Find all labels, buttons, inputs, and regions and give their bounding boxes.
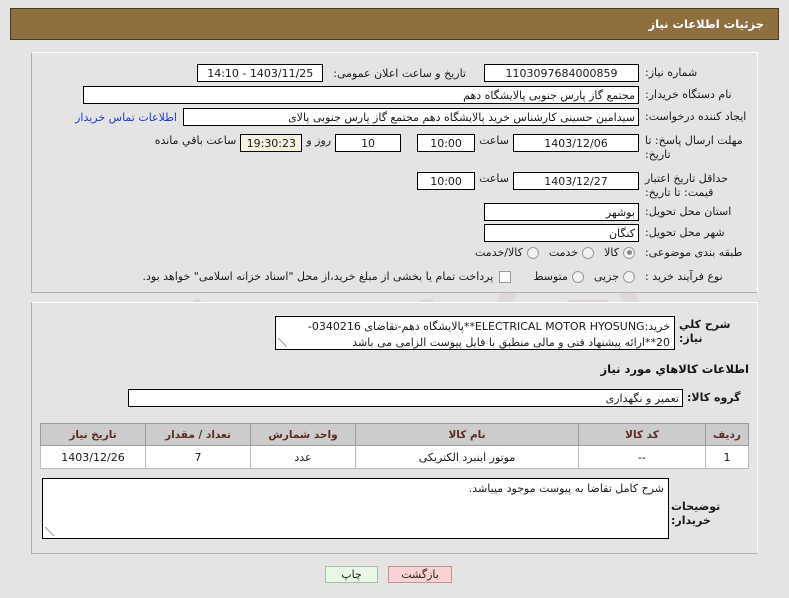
remaining-days-label: روز و bbox=[306, 134, 332, 147]
buyer-notes-value[interactable]: شرح کامل تقاضا به پیوست موجود میباشد. bbox=[42, 478, 669, 539]
reply-deadline-time-label: ساعت bbox=[479, 134, 509, 147]
radio-subject-kala-label: کالا bbox=[604, 246, 619, 260]
need-number-value: 1103097684000859 bbox=[484, 64, 639, 82]
cell-unit: عدد bbox=[250, 445, 356, 469]
checkbox-islamic-treasury[interactable] bbox=[499, 270, 512, 283]
buyer-org-value: مجتمع گاز پارس جنوبی پالایشگاه دهم bbox=[83, 86, 639, 104]
price-validity-date: 1403/12/27 bbox=[513, 172, 639, 190]
row-buyer-notes: توضیحات خریدار: شرح کامل تقاضا به پیوست … bbox=[42, 478, 749, 539]
description-label: شرح كلي نياز: bbox=[679, 318, 731, 345]
row-buyer-org: نام دستگاه خریدار: مجتمع گاز پارس جنوبی … bbox=[83, 86, 749, 104]
process-type-label: نوع فرآیند خرید : bbox=[645, 270, 723, 283]
public-announce-label: تاریخ و ساعت اعلان عمومی: bbox=[333, 66, 466, 80]
reply-deadline-date: 1403/12/06 bbox=[513, 134, 639, 152]
cell-quantity: 7 bbox=[145, 445, 251, 469]
goods-group-value: تعمیر و نگهداری bbox=[128, 389, 683, 407]
cell-radif: 1 bbox=[705, 445, 749, 469]
row-city: شهر محل تحویل: کنگان bbox=[484, 224, 749, 242]
page-header: جزئیات اطلاعات نیاز bbox=[10, 8, 779, 40]
goods-section-heading: اطلاعات كالاهاي مورد نياز bbox=[600, 362, 749, 376]
remaining-countdown: 19:30:23 bbox=[240, 134, 303, 152]
row-process-type: نوع فرآیند خرید : جزیی متوسط پرداخت تمام… bbox=[133, 270, 749, 284]
col-name: نام کالا bbox=[355, 423, 579, 446]
row-description: شرح كلي نياز: خرید:ELECTRICAL MOTOR HYOS… bbox=[275, 316, 749, 350]
cell-name: موتور اینبرد الکتریکی bbox=[355, 445, 579, 469]
radio-process-motavaset[interactable] bbox=[571, 270, 584, 283]
checkbox-islamic-treasury-label: پرداخت تمام یا بخشی از مبلغ خرید،از محل … bbox=[142, 270, 494, 284]
city-value: کنگان bbox=[484, 224, 639, 242]
col-need-date: تاریخ نیاز bbox=[40, 423, 146, 446]
remaining-days: 10 bbox=[335, 134, 402, 152]
col-quantity: تعداد / مقدار bbox=[145, 423, 251, 446]
radio-process-jozee[interactable] bbox=[623, 270, 635, 283]
page-title: جزئیات اطلاعات نیاز bbox=[648, 17, 764, 31]
remaining-countdown-label: ساعت باقي مانده bbox=[154, 134, 237, 147]
row-goods-group: گروه کالا: تعمیر و نگهداری bbox=[128, 389, 749, 407]
goods-table: ردیف کد کالا نام کالا واحد شمارش تعداد /… bbox=[40, 423, 749, 469]
province-value: بوشهر bbox=[484, 203, 639, 221]
radio-subject-kala-khedmat-label: کالا/خدمت bbox=[475, 246, 523, 260]
reply-deadline-label: مهلت ارسال پاسخ: تا تاریخ: bbox=[645, 134, 743, 161]
print-button[interactable]: چاپ bbox=[325, 566, 378, 583]
requester-label: ایجاد کننده درخواست: bbox=[645, 110, 747, 124]
buyer-contact-link[interactable]: اطلاعات تماس خریدار bbox=[75, 111, 177, 124]
reply-deadline-time: 10:00 bbox=[417, 134, 476, 152]
col-radif: ردیف bbox=[705, 423, 749, 446]
row-requester: ایجاد کننده درخواست: سیدامین حسینی کارشن… bbox=[75, 108, 749, 126]
subject-class-label: طبقه بندی موضوعی: bbox=[645, 246, 743, 259]
table-header-row: ردیف کد کالا نام کالا واحد شمارش تعداد /… bbox=[40, 423, 749, 446]
requester-value: سیدامین حسینی کارشناس خرید پالایشگاه دهم… bbox=[183, 108, 639, 126]
price-validity-time: 10:00 bbox=[417, 172, 476, 190]
back-button[interactable]: بازگشت bbox=[388, 566, 452, 583]
row-province: استان محل تحویل: بوشهر bbox=[484, 203, 749, 221]
radio-process-jozee-label: جزیی bbox=[593, 270, 619, 284]
col-unit: واحد شمارش bbox=[250, 423, 356, 446]
goods-group-label: گروه کالا: bbox=[687, 391, 741, 405]
price-validity-time-label: ساعت bbox=[479, 172, 509, 185]
row-subject-class: طبقه بندی موضوعی: کالا خدمت کالا/خدمت bbox=[465, 246, 749, 260]
description-value: خرید:ELECTRICAL MOTOR HYOSUNG**پالایشگاه… bbox=[275, 316, 675, 350]
radio-subject-kala[interactable] bbox=[623, 246, 635, 259]
buyer-notes-label: توضیحات خریدار: bbox=[671, 500, 721, 527]
row-price-validity: حداقل تاریخ اعتبار قیمت: تا تاریخ: 1403/… bbox=[417, 172, 749, 200]
row-reply-deadline: مهلت ارسال پاسخ: تا تاریخ: 1403/12/06 سا… bbox=[151, 134, 749, 162]
radio-subject-kala-khedmat[interactable] bbox=[526, 246, 539, 259]
price-validity-label: حداقل تاریخ اعتبار قیمت: تا تاریخ: bbox=[645, 172, 729, 199]
public-announce-value: 1403/11/25 - 14:10 bbox=[197, 64, 324, 82]
radio-subject-khedmat-label: خدمت bbox=[548, 246, 579, 260]
cell-need-date: 1403/12/26 bbox=[40, 445, 146, 469]
buyer-org-label: نام دستگاه خریدار: bbox=[645, 88, 732, 102]
need-number-label: شماره نیاز: bbox=[645, 66, 698, 80]
city-label: شهر محل تحویل: bbox=[645, 226, 725, 240]
row-need-number: شماره نیاز: 1103097684000859 تاریخ و ساع… bbox=[197, 64, 749, 82]
page-root: جزئیات اطلاعات نیاز irantender.net شماره… bbox=[0, 0, 789, 598]
radio-process-motavaset-label: متوسط bbox=[533, 270, 568, 284]
table-row: 1 -- موتور اینبرد الکتریکی عدد 7 1403/12… bbox=[40, 445, 749, 469]
cell-code: -- bbox=[578, 445, 706, 469]
province-label: استان محل تحویل: bbox=[645, 205, 732, 219]
col-code: کد کالا bbox=[578, 423, 706, 446]
radio-subject-khedmat[interactable] bbox=[582, 246, 595, 259]
